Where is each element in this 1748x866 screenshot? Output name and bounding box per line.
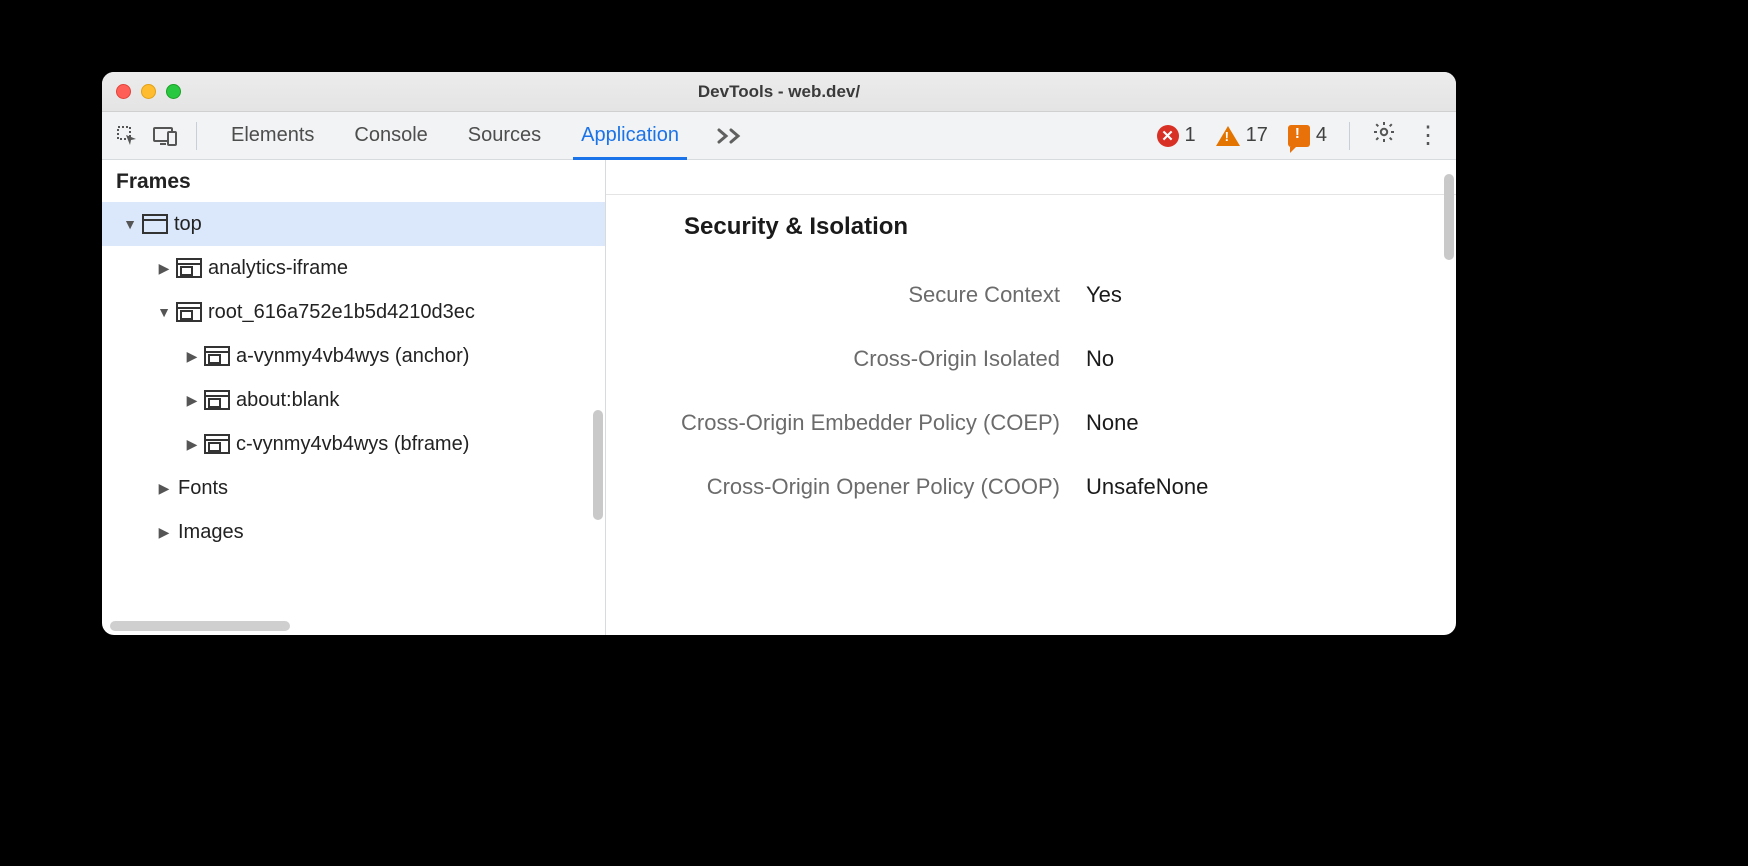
- issues-count[interactable]: 4: [1280, 124, 1335, 147]
- tree-row[interactable]: a-vynmy4vb4wys (anchor): [102, 334, 605, 378]
- expand-arrow-icon[interactable]: [122, 216, 138, 232]
- zoom-window-button[interactable]: [166, 84, 181, 99]
- tab-elements[interactable]: Elements: [211, 112, 334, 160]
- tab-sources[interactable]: Sources: [448, 112, 561, 160]
- minimize-window-button[interactable]: [141, 84, 156, 99]
- iframe-icon: [176, 258, 202, 278]
- more-options-button[interactable]: ⋮: [1408, 121, 1448, 150]
- settings-button[interactable]: [1364, 120, 1404, 151]
- expand-arrow-icon[interactable]: [184, 348, 200, 365]
- error-icon: ✕: [1157, 125, 1179, 147]
- window-icon: [142, 214, 168, 234]
- tab-console[interactable]: Console: [334, 112, 447, 160]
- expand-arrow-icon[interactable]: [184, 392, 200, 409]
- tree-node-label: top: [174, 213, 202, 236]
- detail-row: Secure ContextYes: [606, 263, 1456, 327]
- iframe-icon: [176, 302, 202, 322]
- expand-arrow-icon[interactable]: [156, 260, 172, 277]
- detail-row: Cross-Origin IsolatedNo: [606, 327, 1456, 391]
- traffic-lights: [116, 84, 181, 99]
- tree-row[interactable]: analytics-iframe: [102, 246, 605, 290]
- tree-node-label: Images: [178, 521, 244, 544]
- detail-key: Cross-Origin Isolated: [606, 346, 1086, 372]
- details-vertical-scrollbar[interactable]: [1444, 174, 1454, 260]
- details-pane: Security & Isolation Secure ContextYesCr…: [606, 160, 1456, 635]
- detail-key: Secure Context: [606, 282, 1086, 308]
- detail-row: Cross-Origin Embedder Policy (COEP)None: [606, 391, 1456, 455]
- tree-node-label: about:blank: [236, 389, 339, 412]
- expand-arrow-icon[interactable]: [184, 436, 200, 453]
- sidebar-heading: Frames: [102, 160, 605, 202]
- devtools-toolbar: ElementsConsoleSourcesApplication ✕ 1 17…: [102, 112, 1456, 160]
- iframe-icon: [204, 434, 230, 454]
- separator: [1349, 122, 1350, 150]
- panel-tabs: ElementsConsoleSourcesApplication: [211, 112, 699, 160]
- detail-value: UnsafeNone: [1086, 474, 1208, 500]
- inspect-element-icon[interactable]: [110, 119, 144, 153]
- device-toolbar-icon[interactable]: [148, 119, 182, 153]
- close-window-button[interactable]: [116, 84, 131, 99]
- tree-node-label: root_616a752e1b5d4210d3ec: [208, 301, 475, 324]
- tree-row[interactable]: about:blank: [102, 378, 605, 422]
- tree-node-label: a-vynmy4vb4wys (anchor): [236, 345, 469, 368]
- details-table: Secure ContextYesCross-Origin IsolatedNo…: [606, 263, 1456, 519]
- detail-value: Yes: [1086, 282, 1122, 308]
- tree-row[interactable]: top: [102, 202, 605, 246]
- section-title: Security & Isolation: [606, 195, 1456, 263]
- tree-node-label: Fonts: [178, 477, 228, 500]
- issues-icon: [1288, 125, 1310, 147]
- error-count[interactable]: ✕ 1: [1149, 124, 1204, 147]
- detail-value: None: [1086, 410, 1139, 436]
- tree-row[interactable]: Images: [102, 510, 605, 554]
- detail-key: Cross-Origin Opener Policy (COOP): [606, 474, 1086, 500]
- expand-arrow-icon[interactable]: [156, 524, 172, 541]
- separator: [196, 122, 197, 150]
- devtools-window: DevTools - web.dev/ ElementsConsoleSourc…: [102, 72, 1456, 635]
- detail-row: Cross-Origin Opener Policy (COOP)UnsafeN…: [606, 455, 1456, 519]
- frames-sidebar: Frames top analytics-iframe root_616a752e1…: [102, 160, 606, 635]
- detail-value: No: [1086, 346, 1114, 372]
- titlebar: DevTools - web.dev/: [102, 72, 1456, 112]
- tree-row[interactable]: c-vynmy4vb4wys (bframe): [102, 422, 605, 466]
- window-title: DevTools - web.dev/: [102, 82, 1456, 102]
- warning-count[interactable]: 17: [1208, 124, 1276, 147]
- warning-icon: [1216, 126, 1240, 146]
- expand-arrow-icon[interactable]: [156, 480, 172, 497]
- sidebar-vertical-scrollbar[interactable]: [593, 410, 603, 520]
- tree-node-label: analytics-iframe: [208, 257, 348, 280]
- detail-key: Cross-Origin Embedder Policy (COEP): [606, 410, 1086, 436]
- sidebar-horizontal-scrollbar[interactable]: [110, 621, 290, 631]
- tree-row[interactable]: root_616a752e1b5d4210d3ec: [102, 290, 605, 334]
- content-area: Frames top analytics-iframe root_616a752e1…: [102, 160, 1456, 635]
- warning-count-value: 17: [1246, 124, 1268, 147]
- error-count-value: 1: [1185, 124, 1196, 147]
- expand-arrow-icon[interactable]: [156, 304, 172, 320]
- iframe-icon: [204, 346, 230, 366]
- tree-row[interactable]: Fonts: [102, 466, 605, 510]
- frames-tree: top analytics-iframe root_616a752e1b5d4210…: [102, 202, 605, 554]
- tree-node-label: c-vynmy4vb4wys (bframe): [236, 433, 469, 456]
- more-tabs-button[interactable]: [703, 128, 757, 144]
- tab-application[interactable]: Application: [561, 112, 699, 160]
- iframe-icon: [204, 390, 230, 410]
- issues-count-value: 4: [1316, 124, 1327, 147]
